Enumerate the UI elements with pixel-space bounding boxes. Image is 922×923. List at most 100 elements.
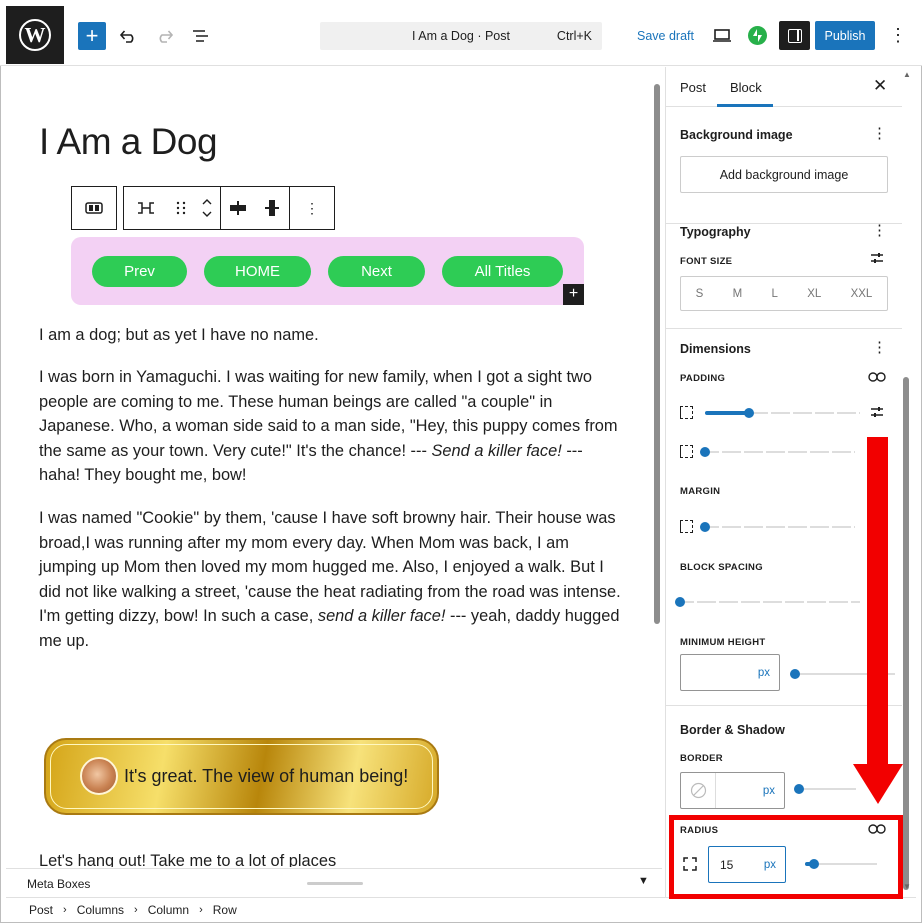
scroll-up-arrow[interactable]: ▲	[903, 70, 911, 79]
block-spacing-label: BLOCK SPACING	[680, 562, 763, 573]
font-size-option[interactable]: S	[696, 288, 704, 300]
paragraph[interactable]: I was born in Yamaguchi. I was waiting f…	[39, 365, 624, 488]
speech-banner[interactable]: It's great. The view of human being!	[44, 738, 439, 815]
tab-post[interactable]: Post	[680, 80, 706, 95]
options-menu-button[interactable]: ⋮	[888, 24, 908, 46]
meta-boxes-label: Meta Boxes	[27, 877, 91, 891]
custom-size-toggle[interactable]	[870, 251, 884, 270]
link-sides-button[interactable]	[868, 370, 886, 388]
font-size-option[interactable]: L	[772, 288, 778, 300]
block-movers-group: ⋮	[123, 186, 335, 230]
canvas-scrollbar[interactable]	[654, 84, 660, 624]
annotation-highlight-box	[669, 815, 903, 899]
padding-vertical-icon	[680, 445, 693, 458]
document-overview-button[interactable]	[189, 24, 213, 48]
transform-button[interactable]	[124, 187, 168, 229]
padding-custom-toggle[interactable]	[870, 405, 884, 424]
font-size-option[interactable]: XXL	[851, 288, 873, 300]
wordpress-icon: W	[19, 19, 51, 51]
padding-vertical-slider[interactable]	[700, 446, 855, 458]
block-type-group	[71, 186, 117, 230]
all-titles-button[interactable]: All Titles	[442, 256, 563, 287]
no-color-icon	[690, 782, 707, 799]
desktop-icon	[713, 29, 731, 42]
margin-slider[interactable]	[700, 521, 855, 533]
justify-center-button[interactable]	[221, 187, 255, 229]
tab-block[interactable]: Block	[730, 80, 762, 95]
scroll-down-arrow[interactable]: ▼	[903, 882, 911, 891]
block-options-button[interactable]: ⋮	[290, 187, 334, 229]
border-width-slider[interactable]	[794, 783, 856, 795]
command-palette-bar[interactable]: I Am a Dog · Post Ctrl+K	[320, 22, 602, 50]
preview-button[interactable]	[711, 24, 733, 46]
wordpress-logo-button[interactable]: W	[6, 6, 64, 64]
paragraph-emphasis: send a killer face!	[317, 607, 446, 626]
slider-thumb[interactable]	[675, 597, 685, 607]
panel-title: Typography	[680, 225, 751, 239]
breadcrumb-item[interactable]: Column	[148, 903, 189, 917]
sidebar-icon	[787, 28, 802, 43]
paragraph[interactable]: Let's hang out! Take me to a lot of plac…	[39, 852, 336, 867]
redo-button[interactable]	[153, 24, 177, 48]
panel-title: Border & Shadow	[680, 723, 785, 737]
font-size-option[interactable]: M	[733, 288, 743, 300]
justify-center-icon	[230, 201, 246, 215]
slider-thumb[interactable]	[700, 522, 710, 532]
breadcrumb-item[interactable]: Post	[29, 903, 53, 917]
breadcrumb-item[interactable]: Row	[213, 903, 237, 917]
paragraph[interactable]: I was named "Cookie" by them, 'cause I h…	[39, 506, 624, 654]
editor-toolbar: W + I Am a Dog · Post Ctrl+K Save draft …	[0, 0, 922, 66]
unit-select[interactable]: px	[763, 785, 775, 797]
panel-title: Dimensions	[680, 342, 751, 356]
post-title[interactable]: I Am a Dog	[39, 121, 218, 163]
undo-button[interactable]	[116, 24, 140, 48]
drag-handle[interactable]	[168, 187, 194, 229]
settings-button[interactable]	[779, 21, 810, 50]
vertical-align-button[interactable]	[255, 187, 289, 229]
next-button[interactable]: Next	[328, 256, 425, 287]
panel-options-icon[interactable]: ⋮	[872, 124, 887, 142]
chevron-down-icon[interactable]: ▼	[638, 875, 649, 887]
font-size-option[interactable]: XL	[807, 288, 821, 300]
slider-thumb[interactable]	[790, 669, 800, 679]
save-draft-button[interactable]: Save draft	[637, 29, 694, 43]
minimum-height-input[interactable]: px	[680, 654, 780, 691]
block-spacing-slider[interactable]	[675, 596, 860, 608]
transform-icon	[138, 202, 154, 214]
slider-thumb[interactable]	[700, 447, 710, 457]
sidebar-scrollbar[interactable]	[903, 377, 909, 890]
drag-icon	[176, 201, 186, 215]
font-size-label: FONT SIZE	[680, 256, 733, 267]
panel-options-icon[interactable]: ⋮	[872, 221, 887, 239]
meta-boxes-bar[interactable]: Meta Boxes ▼	[6, 868, 662, 896]
settings-sliders-icon	[871, 407, 883, 417]
add-background-image-button[interactable]: Add background image	[680, 156, 888, 193]
border-width-input[interactable]: px	[680, 772, 785, 809]
navigation-button-row[interactable]: Prev HOME Next All Titles	[71, 237, 584, 305]
annotation-arrow	[867, 437, 888, 764]
border-color-button[interactable]	[681, 773, 716, 808]
resize-handle[interactable]	[307, 882, 363, 885]
slider-thumb[interactable]	[744, 408, 754, 418]
dog-avatar	[80, 757, 118, 795]
home-button[interactable]: HOME	[204, 256, 311, 287]
breadcrumb-item[interactable]: Columns	[77, 903, 124, 917]
prev-button[interactable]: Prev	[92, 256, 187, 287]
block-inserter-button[interactable]: +	[78, 22, 106, 50]
chevron-right-icon: ›	[134, 903, 138, 916]
slider-thumb[interactable]	[794, 784, 804, 794]
panel-options-icon[interactable]: ⋮	[872, 338, 887, 356]
publish-button[interactable]: Publish	[815, 21, 875, 50]
paragraph-emphasis: Send a killer face!	[431, 441, 562, 460]
chevron-right-icon: ›	[63, 903, 67, 916]
paragraph[interactable]: I am a dog; but as yet I have no name.	[39, 323, 624, 348]
close-icon[interactable]: ✕	[873, 76, 887, 96]
padding-horizontal-slider[interactable]	[705, 407, 860, 419]
unit-select[interactable]: px	[758, 667, 770, 679]
append-block-button[interactable]: +	[563, 284, 584, 305]
row-block-type-button[interactable]	[72, 187, 116, 229]
banner-text: It's great. The view of human being!	[124, 766, 409, 786]
panel-title: Background image	[680, 128, 793, 142]
jetpack-button[interactable]	[748, 26, 767, 45]
move-up-down-button[interactable]	[194, 187, 220, 229]
